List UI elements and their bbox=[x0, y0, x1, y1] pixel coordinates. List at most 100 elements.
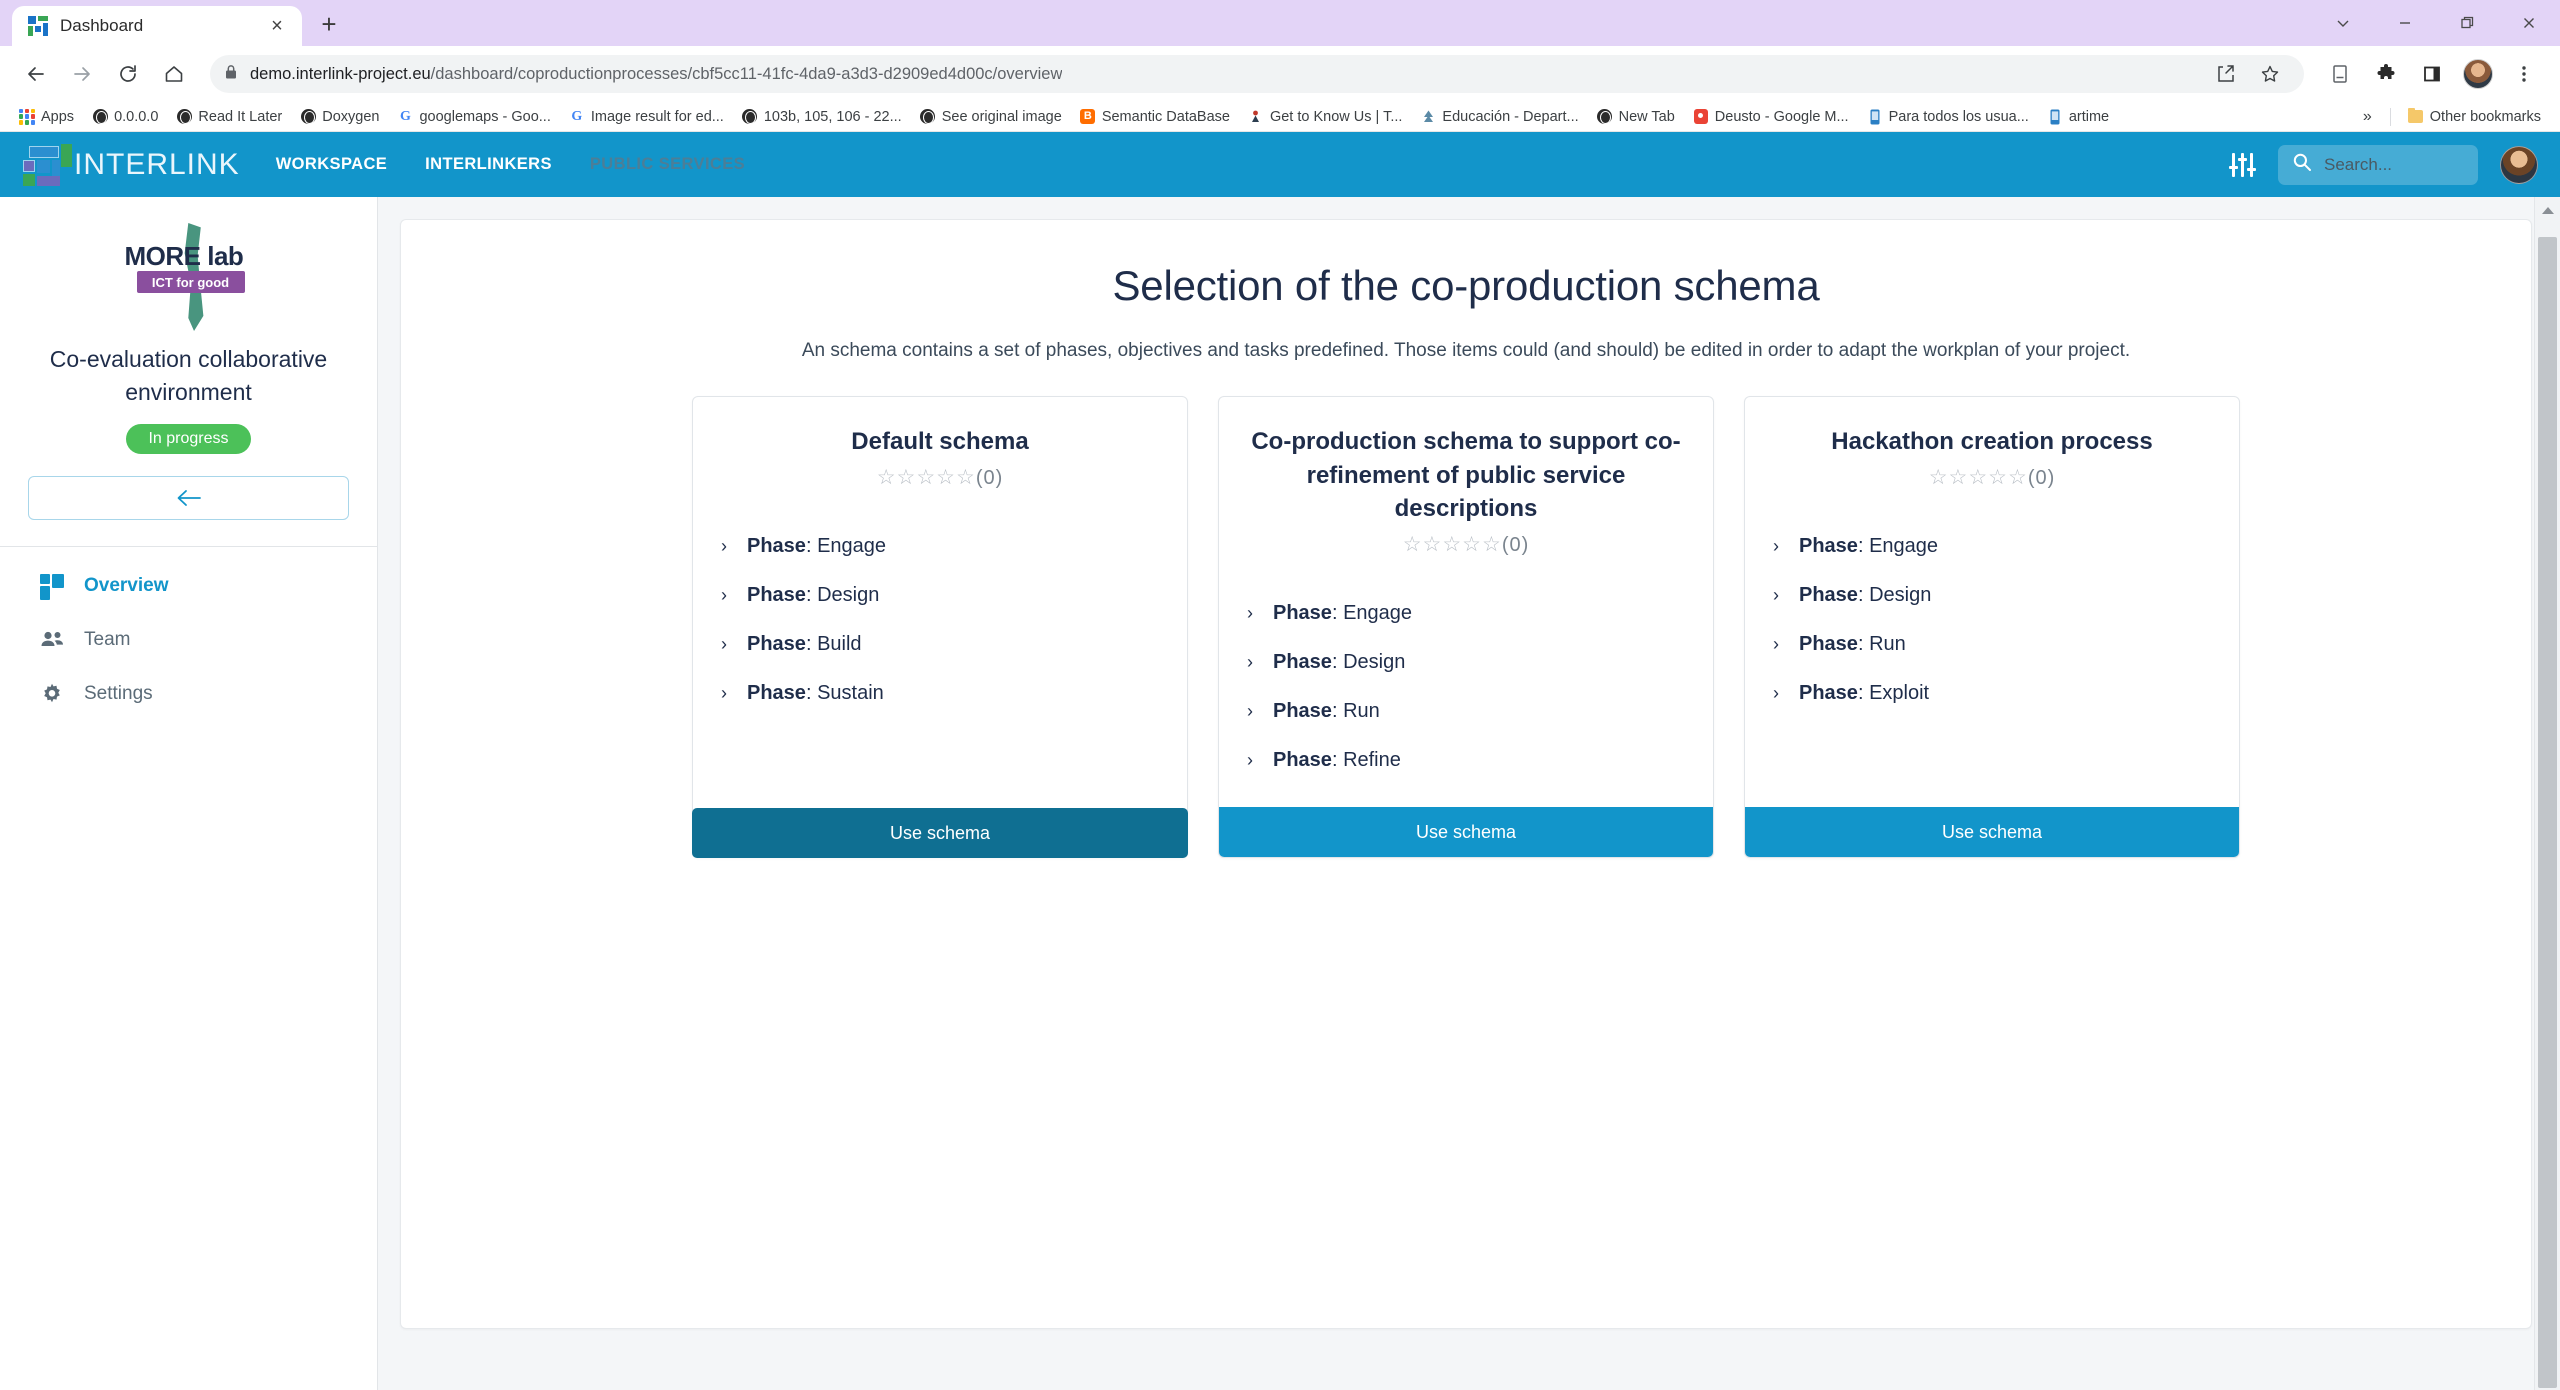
user-avatar[interactable] bbox=[2500, 145, 2538, 184]
google-icon: G bbox=[400, 108, 411, 124]
nav-item-interlinkers[interactable]: INTERLINKERS bbox=[425, 155, 552, 174]
bookmark-get-to-know-us[interactable]: Get to Know Us | T... bbox=[1239, 104, 1411, 130]
reading-list-icon[interactable] bbox=[2320, 54, 2360, 94]
phase-label: Phase: Exploit bbox=[1799, 681, 1930, 704]
bookmark-semantic-database[interactable]: B Semantic DataBase bbox=[1071, 104, 1239, 130]
status-badge: In progress bbox=[126, 423, 251, 454]
close-icon[interactable]: × bbox=[264, 16, 290, 36]
phase-item[interactable]: › Phase: Engage bbox=[1771, 522, 2213, 571]
scroll-up-arrow-icon[interactable] bbox=[2535, 197, 2560, 223]
url-text: demo.interlink-project.eu/dashboard/copr… bbox=[250, 65, 1062, 84]
bookmark-googlemaps[interactable]: G googlemaps - Goo... bbox=[388, 104, 559, 130]
address-bar[interactable]: demo.interlink-project.eu/dashboard/copr… bbox=[210, 55, 2304, 93]
bookmark-doxygen[interactable]: Doxygen bbox=[291, 104, 388, 130]
use-schema-button[interactable]: Use schema bbox=[1745, 807, 2239, 857]
phase-item[interactable]: › Phase: Run bbox=[1245, 687, 1687, 736]
sidebar-item-settings[interactable]: Settings bbox=[40, 681, 377, 707]
bookmark-educacion[interactable]: Educación - Depart... bbox=[1411, 104, 1587, 130]
rating[interactable]: ☆☆☆☆☆(0) bbox=[719, 465, 1161, 490]
sidebar-item-team[interactable]: Team bbox=[40, 627, 377, 653]
phase-label: Phase: Sustain bbox=[747, 681, 884, 704]
page-scrollbar[interactable] bbox=[2534, 197, 2560, 1390]
close-window-icon[interactable] bbox=[2498, 0, 2560, 46]
other-bookmarks-folder[interactable]: Other bookmarks bbox=[2399, 104, 2550, 130]
use-schema-button[interactable]: Use schema bbox=[1219, 807, 1713, 857]
minimize-icon[interactable] bbox=[2374, 0, 2436, 46]
maximize-icon[interactable] bbox=[2436, 0, 2498, 46]
bookmark-0000[interactable]: 0.0.0.0 bbox=[83, 104, 167, 130]
schema-card[interactable]: Default schema ☆☆☆☆☆(0) › Phase: Engage bbox=[692, 396, 1188, 858]
site-icon bbox=[1248, 109, 1264, 125]
bookmark-label: Doxygen bbox=[322, 108, 380, 125]
phone-icon bbox=[2047, 109, 2063, 125]
browser-tab[interactable]: Dashboard × bbox=[12, 6, 302, 46]
chevron-right-icon: › bbox=[1773, 683, 1779, 704]
phase-item[interactable]: › Phase: Run bbox=[1771, 620, 2213, 669]
rating-count: (0) bbox=[1501, 533, 1530, 556]
home-icon[interactable] bbox=[154, 54, 194, 94]
bookmark-label: 0.0.0.0 bbox=[114, 108, 159, 125]
phase-item[interactable]: › Phase: Design bbox=[1245, 638, 1687, 687]
bookmarks-bar: Apps 0.0.0.0 Read It Later Doxygen G goo… bbox=[0, 102, 2560, 132]
main-content: Selection of the co-production schema An… bbox=[378, 197, 2560, 1390]
bookmark-read-it-later[interactable]: Read It Later bbox=[167, 104, 291, 130]
profile-avatar[interactable] bbox=[2458, 54, 2498, 94]
bookmark-image-result[interactable]: G Image result for ed... bbox=[560, 104, 733, 130]
bookmark-para-todos[interactable]: Para todos los usua... bbox=[1858, 104, 2038, 130]
nav-item-public-services[interactable]: PUBLIC SERVICES bbox=[590, 155, 745, 174]
scrollbar-thumb[interactable] bbox=[2538, 237, 2557, 1388]
nav-item-workspace[interactable]: WORKSPACE bbox=[276, 155, 387, 174]
schema-card[interactable]: Hackathon creation process ☆☆☆☆☆(0) › Ph… bbox=[1744, 396, 2240, 858]
phase-item[interactable]: › Phase: Refine bbox=[1245, 736, 1687, 785]
reload-icon[interactable] bbox=[108, 54, 148, 94]
dashboard-favicon bbox=[28, 16, 48, 36]
app-brand[interactable]: INTERLINK bbox=[22, 143, 240, 187]
sliders-icon[interactable] bbox=[2229, 152, 2256, 177]
phase-item[interactable]: › Phase: Sustain bbox=[719, 669, 1161, 718]
phase-item[interactable]: › Phase: Design bbox=[719, 571, 1161, 620]
phase-item[interactable]: › Phase: Exploit bbox=[1771, 669, 2213, 718]
star-icon[interactable] bbox=[2250, 54, 2290, 94]
phase-label: Phase: Refine bbox=[1273, 748, 1401, 771]
brand-name: INTERLINK bbox=[74, 147, 240, 181]
bookmark-103b[interactable]: 103b, 105, 106 - 22... bbox=[733, 104, 911, 130]
phase-item[interactable]: › Phase: Design bbox=[1771, 571, 2213, 620]
schema-title: Hackathon creation process bbox=[1831, 428, 2153, 455]
schema-card[interactable]: Co-production schema to support co-refin… bbox=[1218, 396, 1714, 858]
phase-item[interactable]: › Phase: Engage bbox=[1245, 589, 1687, 638]
phase-item[interactable]: › Phase: Build bbox=[719, 620, 1161, 669]
bookmark-artime[interactable]: artime bbox=[2038, 104, 2118, 130]
bookmark-see-original-image[interactable]: See original image bbox=[911, 104, 1071, 130]
phase-item[interactable]: › Phase: Engage bbox=[719, 522, 1161, 571]
tab-search-chevron-icon[interactable] bbox=[2312, 0, 2374, 46]
extensions-puzzle-icon[interactable] bbox=[2366, 54, 2406, 94]
bookmark-new-tab[interactable]: New Tab bbox=[1588, 104, 1684, 130]
side-panel-icon[interactable] bbox=[2412, 54, 2452, 94]
back-arrow-icon[interactable] bbox=[16, 54, 56, 94]
new-tab-button[interactable]: + bbox=[308, 4, 350, 44]
folder-icon bbox=[2408, 107, 2424, 125]
chevron-right-icon: › bbox=[721, 536, 727, 557]
sidebar-item-overview[interactable]: Overview bbox=[40, 573, 377, 600]
globe-icon bbox=[1597, 109, 1613, 125]
phase-prefix: Phase bbox=[1273, 699, 1332, 722]
people-icon bbox=[40, 627, 66, 653]
bookmark-label: googlemaps - Goo... bbox=[419, 108, 551, 125]
forward-arrow-icon[interactable] bbox=[62, 54, 102, 94]
morelab-logo-text: MORE lab bbox=[124, 241, 244, 271]
window-controls bbox=[2312, 0, 2560, 46]
share-icon[interactable] bbox=[2206, 54, 2246, 94]
schema-card-list: Default schema ☆☆☆☆☆(0) › Phase: Engage bbox=[441, 396, 2491, 858]
chrome-menu-icon[interactable] bbox=[2504, 54, 2544, 94]
bookmark-deusto-google-maps[interactable]: Deusto - Google M... bbox=[1684, 104, 1858, 130]
rating[interactable]: ☆☆☆☆☆(0) bbox=[1245, 532, 1687, 557]
rating[interactable]: ☆☆☆☆☆(0) bbox=[1771, 465, 2213, 490]
back-button[interactable] bbox=[28, 475, 349, 520]
use-schema-button[interactable]: Use schema bbox=[692, 808, 1188, 858]
phase-prefix: Phase bbox=[1799, 632, 1858, 655]
bookmark-apps[interactable]: Apps bbox=[10, 104, 83, 130]
bookmarks-overflow-button[interactable]: » bbox=[2353, 108, 2382, 126]
phase-name: Engage bbox=[1869, 534, 1939, 557]
search-input[interactable]: Search... bbox=[2278, 144, 2478, 185]
other-bookmarks-label: Other bookmarks bbox=[2429, 108, 2541, 125]
